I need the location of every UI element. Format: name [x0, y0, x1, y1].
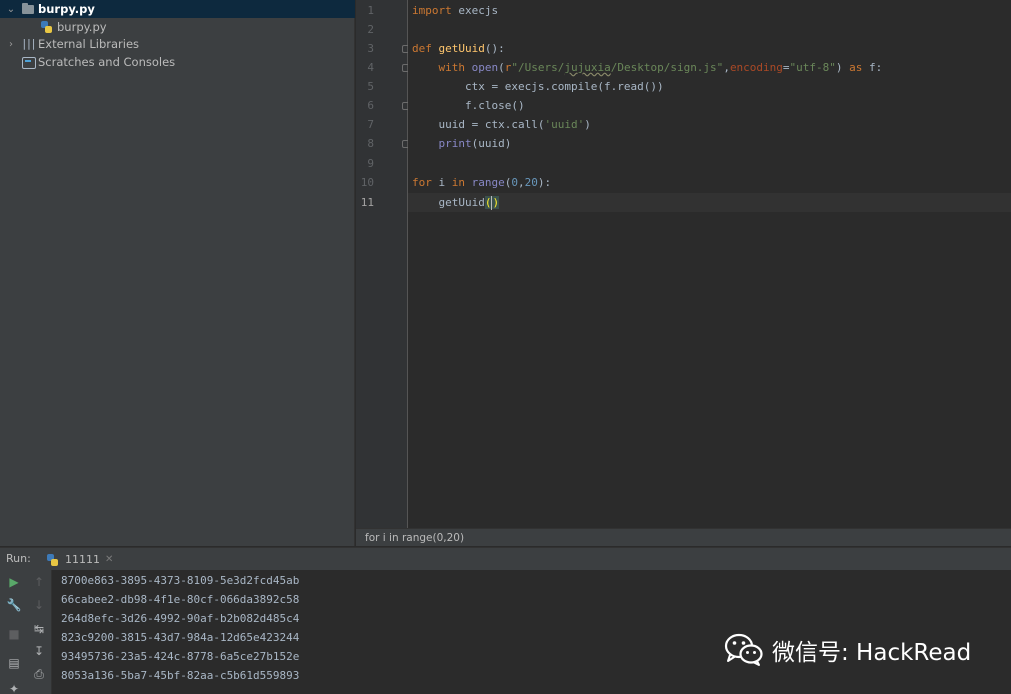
layout-icon[interactable]: ▤: [4, 654, 24, 672]
pin-icon[interactable]: ✦: [4, 680, 24, 694]
rerun-icon[interactable]: ▶: [4, 573, 24, 591]
code-line: with open(r"/Users/jujuxia/Desktop/sign.…: [438, 61, 883, 74]
soft-wrap-icon[interactable]: ↹: [29, 620, 49, 638]
code-line: import execjs: [412, 4, 499, 17]
run-panel-header: Run: 11111 ✕: [0, 547, 1011, 570]
code-line: uuid = ctx.call('uuid'): [412, 118, 591, 131]
line-number: 2: [367, 23, 374, 36]
console-line: 66cabee2-db98-4f1e-80cf-066da3892c58: [61, 593, 300, 606]
print-icon[interactable]: ⎙: [29, 665, 49, 683]
tree-item-scratches[interactable]: Scratches and Consoles: [0, 53, 355, 71]
library-icon: |||: [21, 37, 37, 50]
run-panel-title: Run:: [6, 552, 31, 565]
watermark: 微信号: HackRead: [724, 632, 971, 668]
arrow-up-icon[interactable]: ↑: [29, 573, 49, 591]
editor-gutter: 1 2 3 4 5 6 7 8 9 10 11: [356, 0, 410, 528]
run-tab-label: 11111: [65, 553, 100, 566]
line-number: 10: [360, 176, 374, 189]
chevron-down-icon[interactable]: ⌄: [5, 4, 17, 15]
line-number: 4: [367, 61, 374, 74]
tree-item-label: Scratches and Consoles: [38, 55, 176, 69]
tree-item-project-root[interactable]: ⌄ burpy.py: [0, 0, 355, 18]
tree-item-file[interactable]: burpy.py: [0, 18, 355, 36]
console-line: 8053a136-5ba7-45bf-82aa-c5b61d559893: [61, 669, 300, 682]
code-line: print(uuid): [438, 137, 512, 150]
breadcrumb[interactable]: for i in range(0,20): [356, 528, 1011, 546]
watermark-text: 微信号: HackRead: [772, 640, 972, 666]
line-number: 8: [367, 137, 374, 150]
stop-icon[interactable]: ■: [4, 625, 24, 643]
line-number: 6: [367, 99, 374, 112]
tree-item-label: burpy.py: [38, 2, 95, 16]
tree-item-label: burpy.py: [57, 20, 107, 34]
console-line: 264d8efc-3d26-4992-90af-b2b082d485c4: [61, 612, 300, 625]
code-line: getUuid(): [412, 196, 500, 210]
python-file-icon: [46, 553, 60, 566]
code-line: for i in range(0,20):: [412, 176, 552, 189]
close-icon[interactable]: ✕: [105, 554, 113, 565]
line-number: 11: [360, 196, 374, 209]
run-toolbar: ▶ 🔧 ■ ▤ ✦: [0, 570, 28, 694]
tree-item-label: External Libraries: [38, 37, 140, 51]
line-number: 3: [367, 42, 374, 55]
project-panel: ⌄ burpy.py burpy.py › ||| External Libra…: [0, 0, 355, 546]
run-tab[interactable]: 11111 ✕: [46, 551, 113, 568]
wrench-icon[interactable]: 🔧: [4, 596, 24, 614]
console-line: 93495736-23a5-424c-8778-6a5ce27b152e: [61, 650, 300, 663]
scratches-icon: [21, 56, 36, 69]
scroll-to-end-icon[interactable]: ↧: [29, 642, 49, 660]
line-number: 7: [367, 118, 374, 131]
line-number: 9: [367, 157, 374, 170]
line-number: 1: [367, 4, 374, 17]
code-line: def getUuid():: [412, 42, 505, 55]
code-line: ctx = execjs.compile(f.read()): [412, 80, 664, 93]
wechat-icon: [724, 633, 763, 666]
console-toolbar: ↑ ↓ ↹ ↧ ⎙: [28, 570, 52, 694]
line-number: 5: [367, 80, 374, 93]
tree-item-external-libraries[interactable]: › ||| External Libraries: [0, 35, 355, 53]
console-line: 823c9200-3815-43d7-984a-12d65e423244: [61, 631, 300, 644]
arrow-down-icon[interactable]: ↓: [29, 596, 49, 614]
code-editor[interactable]: import execjs def getUuid(): with open(r…: [408, 0, 1011, 528]
chevron-right-icon[interactable]: ›: [5, 39, 17, 50]
code-line: f.close(): [412, 99, 525, 112]
python-file-icon: [40, 21, 54, 33]
console-line: 8700e863-3895-4373-8109-5e3d2fcd45ab: [61, 574, 300, 587]
folder-icon: [21, 3, 35, 15]
